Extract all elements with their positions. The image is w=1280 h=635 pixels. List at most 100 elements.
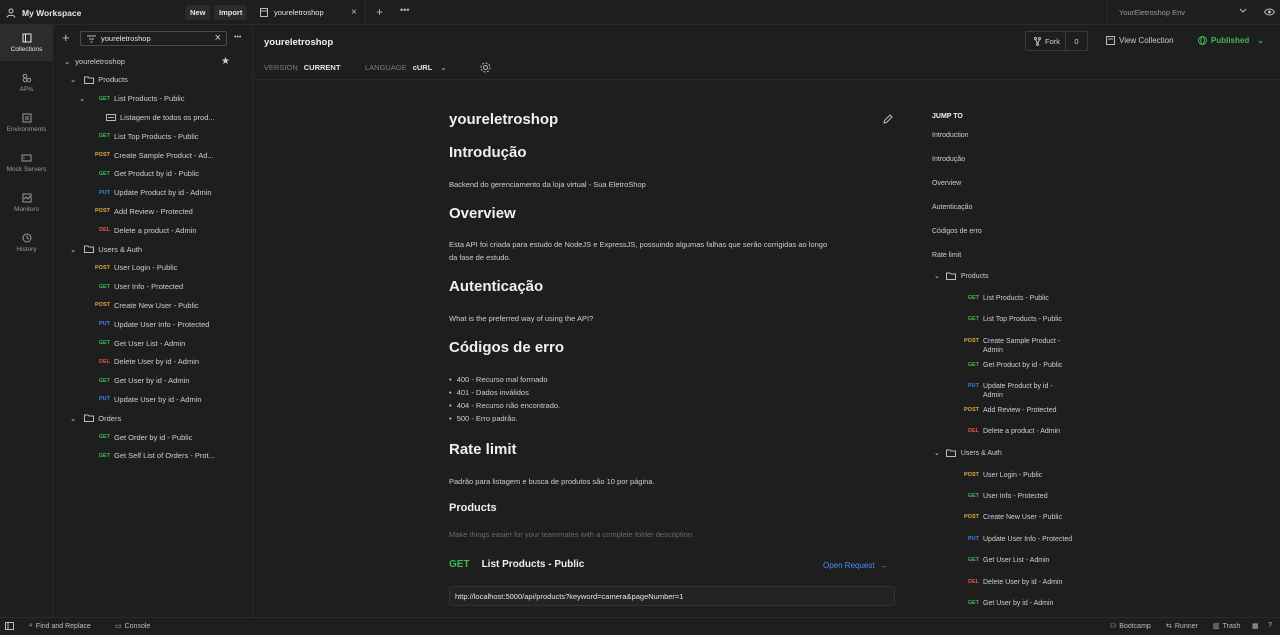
star-icon[interactable]: ★ [221, 56, 230, 67]
jump-request[interactable]: GET List Top Products - Public [959, 315, 1099, 324]
jump-folder[interactable]: ⌄ Users & Auth [932, 449, 1002, 457]
jump-request[interactable]: GET Get User by id - Admin [959, 599, 1099, 608]
rail-collections[interactable]: Collections [0, 25, 53, 61]
environment-name: YourEletroshop Env [1119, 8, 1186, 17]
request-row[interactable]: POST User Login - Public [54, 259, 253, 277]
jump-request[interactable]: DEL Delete a product - Admin [959, 427, 1099, 436]
jump-request[interactable]: POST Add Review - Protected [959, 406, 1099, 415]
request-row[interactable]: GET Get Self List of Orders - Prot... [54, 447, 253, 465]
layout-icon[interactable]: ▦ [1252, 622, 1259, 630]
request-row[interactable]: GET User Info - Protected [54, 278, 253, 296]
jump-request[interactable]: GET Get User List - Admin [959, 556, 1099, 565]
request-row[interactable]: DEL Delete a product - Admin [54, 221, 253, 239]
version-selector[interactable]: VERSION CURRENT [264, 63, 340, 72]
jump-request[interactable]: GET Get Product by id - Public [959, 361, 1099, 370]
jump-link[interactable]: Rate limit [932, 252, 961, 259]
settings-icon[interactable] [480, 62, 491, 73]
rail-apis[interactable]: APIs [0, 65, 53, 101]
method-badge: GET [967, 295, 979, 301]
trash-icon: ▥ [1213, 623, 1220, 630]
collection-row[interactable]: ⌄ youreletroshop ★ [54, 52, 253, 70]
bootcamp-button[interactable]: ⚇ Bootcamp [1110, 622, 1151, 631]
method-badge: GET [98, 377, 110, 384]
jump-request[interactable]: DEL Delete User by id - Admin [959, 578, 1099, 587]
icon-rail: Collections APIs Environments Mock Serve… [0, 25, 53, 617]
top-bar: My Workspace New Import youreletroshop ×… [0, 0, 1280, 25]
rail-history[interactable]: History [0, 225, 53, 261]
request-row[interactable]: PUT Update User Info - Protected [54, 315, 253, 333]
chevron-down-icon: ⌄ [1257, 36, 1264, 45]
tab-youreletroshop[interactable]: youreletroshop × [252, 0, 366, 25]
jump-request[interactable]: POST Create Sample Product - Admin [959, 337, 1099, 355]
jump-link[interactable]: Autenticação [932, 204, 972, 211]
new-tab-icon[interactable]: + [376, 5, 383, 19]
help-icon[interactable]: ? [1268, 622, 1272, 629]
request-row[interactable]: GET Get Order by id - Public [54, 428, 253, 446]
toggle-sidebar-icon[interactable] [5, 622, 14, 630]
view-collection-button[interactable]: View Collection [1106, 36, 1174, 45]
rail-environments[interactable]: Environments [0, 105, 53, 141]
jump-folder[interactable]: ⌄ Products [932, 272, 989, 280]
request-row[interactable]: GET List Top Products - Public [54, 127, 253, 145]
rail-monitors[interactable]: Monitors [0, 185, 53, 221]
folder-row[interactable]: ⌄ Users & Auth [54, 240, 253, 258]
jump-link[interactable]: Overview [932, 180, 961, 187]
find-replace-button[interactable]: ⌕ Find and Replace [29, 622, 91, 630]
more-options-icon[interactable]: ••• [234, 34, 241, 41]
environment-select[interactable]: YourEletroshop Env [1107, 0, 1257, 25]
filter-icon [87, 35, 96, 43]
add-collection-icon[interactable]: + [62, 30, 70, 45]
console-button[interactable]: ▭ Console [115, 622, 150, 631]
published-status[interactable]: Published ⌄ [1198, 36, 1264, 45]
request-row[interactable]: ⌄ GET List Products - Public [54, 90, 253, 108]
jump-request[interactable]: PUT Update Product by id - Admin [959, 382, 1099, 400]
rail-mock-servers[interactable]: Mock Servers [0, 145, 53, 181]
overview-text-line1: Esta API foi criada para estudo de NodeJ… [449, 240, 828, 249]
example-row[interactable]: Listagem de todos os prod... [54, 108, 253, 126]
jump-request[interactable]: GET User Info - Protected [959, 492, 1099, 501]
document-icon [1106, 36, 1115, 45]
request-row[interactable]: POST Create New User - Public [54, 296, 253, 314]
clear-search-icon[interactable]: × [215, 32, 221, 44]
tab-label: youreletroshop [274, 8, 324, 17]
jump-request[interactable]: GET List Products - Public [959, 294, 1099, 303]
jump-link[interactable]: Códigos de erro [932, 228, 982, 235]
request-row[interactable]: DEL Delete User by id - Admin [54, 353, 253, 371]
request-row[interactable]: GET Get User List - Admin [54, 334, 253, 352]
search-icon: ⌕ [29, 622, 33, 629]
method-badge: GET [98, 340, 110, 346]
request-row[interactable]: PUT Update Product by id - Admin [54, 184, 253, 202]
jump-link[interactable]: Introduction [932, 132, 969, 139]
error-item: • 401 - Dados inválidos [449, 388, 529, 397]
folder-icon [945, 272, 956, 280]
request-row[interactable]: POST Add Review - Protected [54, 202, 253, 220]
runner-button[interactable]: ⇆ Runner [1166, 622, 1198, 631]
edit-icon[interactable] [883, 114, 893, 124]
jump-request[interactable]: POST User Login - Public [959, 471, 1099, 480]
fork-count: 0 [1065, 32, 1087, 50]
open-request-link[interactable]: Open Request → [823, 561, 888, 570]
jump-request[interactable]: POST Create New User - Public [959, 513, 1099, 522]
eye-icon[interactable] [1264, 8, 1275, 16]
jump-link[interactable]: Introdução [932, 156, 965, 163]
folder-row[interactable]: ⌄ Products [54, 71, 253, 89]
method-badge: GET [967, 557, 979, 563]
request-row[interactable]: GET Get User by id - Admin [54, 372, 253, 390]
jump-request[interactable]: PUT Update User Info - Protected [959, 535, 1099, 544]
fork-button[interactable]: Fork 0 [1025, 31, 1088, 51]
fork-icon [1034, 36, 1041, 46]
trash-button[interactable]: ▥ Trash [1213, 622, 1240, 631]
more-tabs-icon[interactable]: ••• [400, 5, 409, 15]
workspace-switcher[interactable]: My Workspace [6, 6, 81, 20]
close-icon[interactable]: × [351, 7, 357, 18]
request-row[interactable]: PUT Update User by id - Admin [54, 390, 253, 408]
runner-icon: ⇆ [1166, 623, 1172, 630]
history-icon [22, 233, 32, 243]
new-button[interactable]: New [185, 5, 211, 20]
folder-row[interactable]: ⌄ Orders [54, 409, 253, 427]
request-row[interactable]: POST Create Sample Product - Ad... [54, 146, 253, 164]
search-input[interactable]: youreletroshop × [80, 31, 227, 46]
request-row[interactable]: GET Get Product by id - Public [54, 165, 253, 183]
language-selector[interactable]: LANGUAGE cURL ⌄ [365, 63, 447, 72]
import-button[interactable]: Import [214, 5, 248, 20]
